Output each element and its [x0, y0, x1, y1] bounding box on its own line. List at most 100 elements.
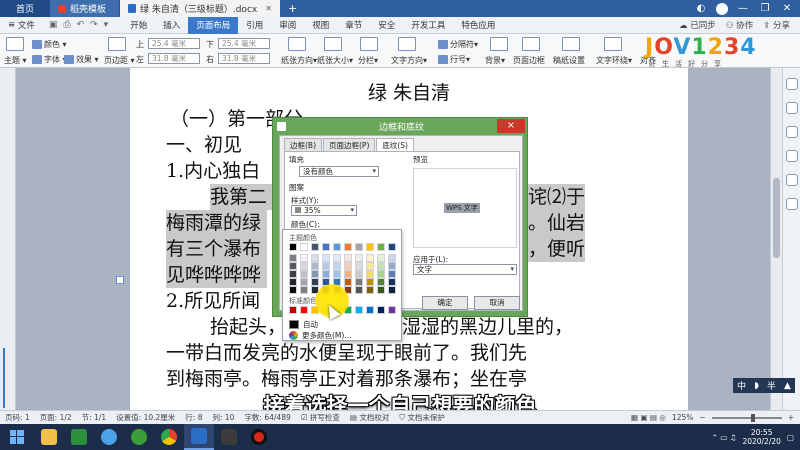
theme-shade-swatch[interactable]	[289, 286, 297, 294]
theme-shade-swatch[interactable]	[366, 262, 374, 270]
right-margin-input[interactable]: 31.8 毫米	[218, 53, 270, 64]
theme-shade-swatch[interactable]	[388, 254, 396, 262]
top-margin-input[interactable]: 25.4 毫米	[148, 38, 200, 49]
cancel-button[interactable]: 取消	[474, 296, 520, 310]
bottom-margin-input[interactable]: 25.4 毫米	[218, 38, 270, 49]
print-icon[interactable]: ⎙	[63, 20, 70, 30]
theme-shade-swatch[interactable]	[300, 270, 308, 278]
paper-size-button[interactable]: 纸张大小▾	[317, 55, 353, 66]
taskbar-ie[interactable]	[124, 424, 154, 450]
redo-icon[interactable]: ↷	[90, 20, 98, 30]
collab-button[interactable]: ⚇ 协作	[726, 19, 753, 31]
theme-shade-swatch[interactable]	[366, 278, 374, 286]
theme-color-swatch[interactable]	[333, 243, 341, 251]
breaks-button[interactable]: 分隔符▾	[438, 39, 478, 50]
undo-icon[interactable]: ↶	[77, 20, 85, 30]
save-icon[interactable]: ▣	[49, 20, 58, 30]
tab-document[interactable]: 绿 朱自清（三级标题）.docx ✕	[120, 0, 280, 17]
spell-check-button[interactable]: ☑ 拼写检查	[296, 412, 345, 423]
orientation-button[interactable]: 纸张方向▾	[281, 55, 317, 66]
theme-shade-swatch[interactable]	[344, 262, 352, 270]
theme-color-swatch[interactable]	[300, 243, 308, 251]
theme-shade-swatch[interactable]	[289, 278, 297, 286]
margins-button[interactable]: 页边距 ▾	[104, 55, 135, 66]
left-margin-input[interactable]: 31.8 毫米	[148, 53, 200, 64]
theme-shade-swatch[interactable]	[344, 254, 352, 262]
theme-shade-swatch[interactable]	[355, 262, 363, 270]
theme-shade-swatch[interactable]	[322, 254, 330, 262]
theme-shade-swatch[interactable]	[311, 278, 319, 286]
menu-tab-2[interactable]: 页面布局	[188, 16, 239, 34]
text-direction-icon[interactable]	[398, 37, 416, 51]
theme-shade-swatch[interactable]	[322, 270, 330, 278]
standard-color-swatch[interactable]	[377, 306, 385, 314]
taskbar-baidu-cloud[interactable]	[94, 424, 124, 450]
theme-color-swatch[interactable]	[366, 243, 374, 251]
doc-check-button[interactable]: ▤ 文档校对	[345, 412, 394, 423]
standard-color-swatch[interactable]	[300, 306, 308, 314]
theme-shade-swatch[interactable]	[344, 278, 352, 286]
columns-button[interactable]: 分栏▾	[358, 55, 378, 66]
standard-color-swatch[interactable]	[366, 306, 374, 314]
dropdown-icon[interactable]: ▾	[104, 20, 109, 30]
zoom-slider-knob[interactable]	[751, 413, 756, 422]
backup-tool-icon[interactable]	[786, 198, 798, 210]
colors-button[interactable]: 颜色 ▾	[32, 39, 67, 50]
taskbar-recorder[interactable]	[244, 424, 274, 450]
page-border-icon[interactable]	[522, 37, 540, 51]
menu-tab-8[interactable]: 开发工具	[403, 17, 453, 34]
theme-shade-swatch[interactable]	[366, 254, 374, 262]
dialog-tab-0[interactable]: 边框(B)	[284, 138, 322, 152]
menu-tab-7[interactable]: 安全	[370, 17, 403, 34]
effects-button[interactable]: 效果 ▾	[64, 54, 99, 65]
protect-button[interactable]: ⛉ 文档未保护	[394, 412, 450, 423]
theme-shade-swatch[interactable]	[289, 254, 297, 262]
background-button[interactable]: 背景▾	[485, 55, 505, 66]
edit-tool-icon[interactable]	[786, 150, 798, 162]
zoom-level[interactable]: 125%	[672, 413, 693, 422]
dialog-tab-2[interactable]: 底纹(S)	[376, 138, 414, 152]
tab-home[interactable]: 首页	[0, 0, 50, 17]
theme-shade-swatch[interactable]	[289, 262, 297, 270]
theme-shade-swatch[interactable]	[355, 286, 363, 294]
theme-shade-swatch[interactable]	[366, 286, 374, 294]
theme-shade-swatch[interactable]	[355, 254, 363, 262]
theme-shade-swatch[interactable]	[377, 286, 385, 294]
theme-icon[interactable]	[6, 37, 24, 51]
dialog-tab-1[interactable]: 页面边框(P)	[323, 138, 376, 152]
line-numbers-button[interactable]: 行号▾	[438, 54, 470, 65]
sync-status[interactable]: ☁ 已同步	[679, 19, 716, 31]
menu-tab-3[interactable]: 引用	[238, 17, 271, 34]
theme-shade-swatch[interactable]	[322, 262, 330, 270]
view-mode-icons[interactable]: ▦ ▣ ▤ ◎	[631, 413, 666, 422]
taskbar-explorer[interactable]	[34, 424, 64, 450]
theme-shade-swatch[interactable]	[388, 270, 396, 278]
ok-button[interactable]: 确定	[422, 296, 468, 310]
theme-button[interactable]: 主题 ▾	[4, 55, 27, 66]
status-word-count[interactable]: 字数: 64/489	[239, 412, 295, 423]
theme-shade-swatch[interactable]	[388, 286, 396, 294]
background-icon[interactable]	[490, 37, 508, 51]
theme-shade-swatch[interactable]	[377, 262, 385, 270]
close-tab-icon[interactable]: ✕	[265, 4, 272, 13]
theme-shade-swatch[interactable]	[366, 270, 374, 278]
theme-shade-swatch[interactable]	[311, 254, 319, 262]
notification-icon[interactable]: ▢	[787, 433, 794, 442]
margins-icon[interactable]	[108, 37, 126, 51]
fonts-button[interactable]: 字体 ▾	[32, 54, 67, 65]
theme-color-swatch[interactable]	[377, 243, 385, 251]
style-tool-icon[interactable]	[786, 102, 798, 114]
theme-shade-swatch[interactable]	[333, 270, 341, 278]
pattern-style-select[interactable]: 35% ▾	[291, 205, 357, 216]
theme-shade-swatch[interactable]	[377, 254, 385, 262]
settings-tool-icon[interactable]	[786, 126, 798, 138]
zoom-slider[interactable]	[711, 413, 782, 422]
standard-color-swatch[interactable]	[388, 306, 396, 314]
taskbar-chrome[interactable]	[154, 424, 184, 450]
menu-tab-0[interactable]: 开始	[122, 17, 155, 34]
theme-shade-swatch[interactable]	[388, 262, 396, 270]
theme-shade-swatch[interactable]	[355, 278, 363, 286]
text-direction-button[interactable]: 文字方向▾	[391, 55, 427, 66]
theme-shade-swatch[interactable]	[300, 286, 308, 294]
tab-template[interactable]: 稻壳模板	[50, 0, 120, 17]
